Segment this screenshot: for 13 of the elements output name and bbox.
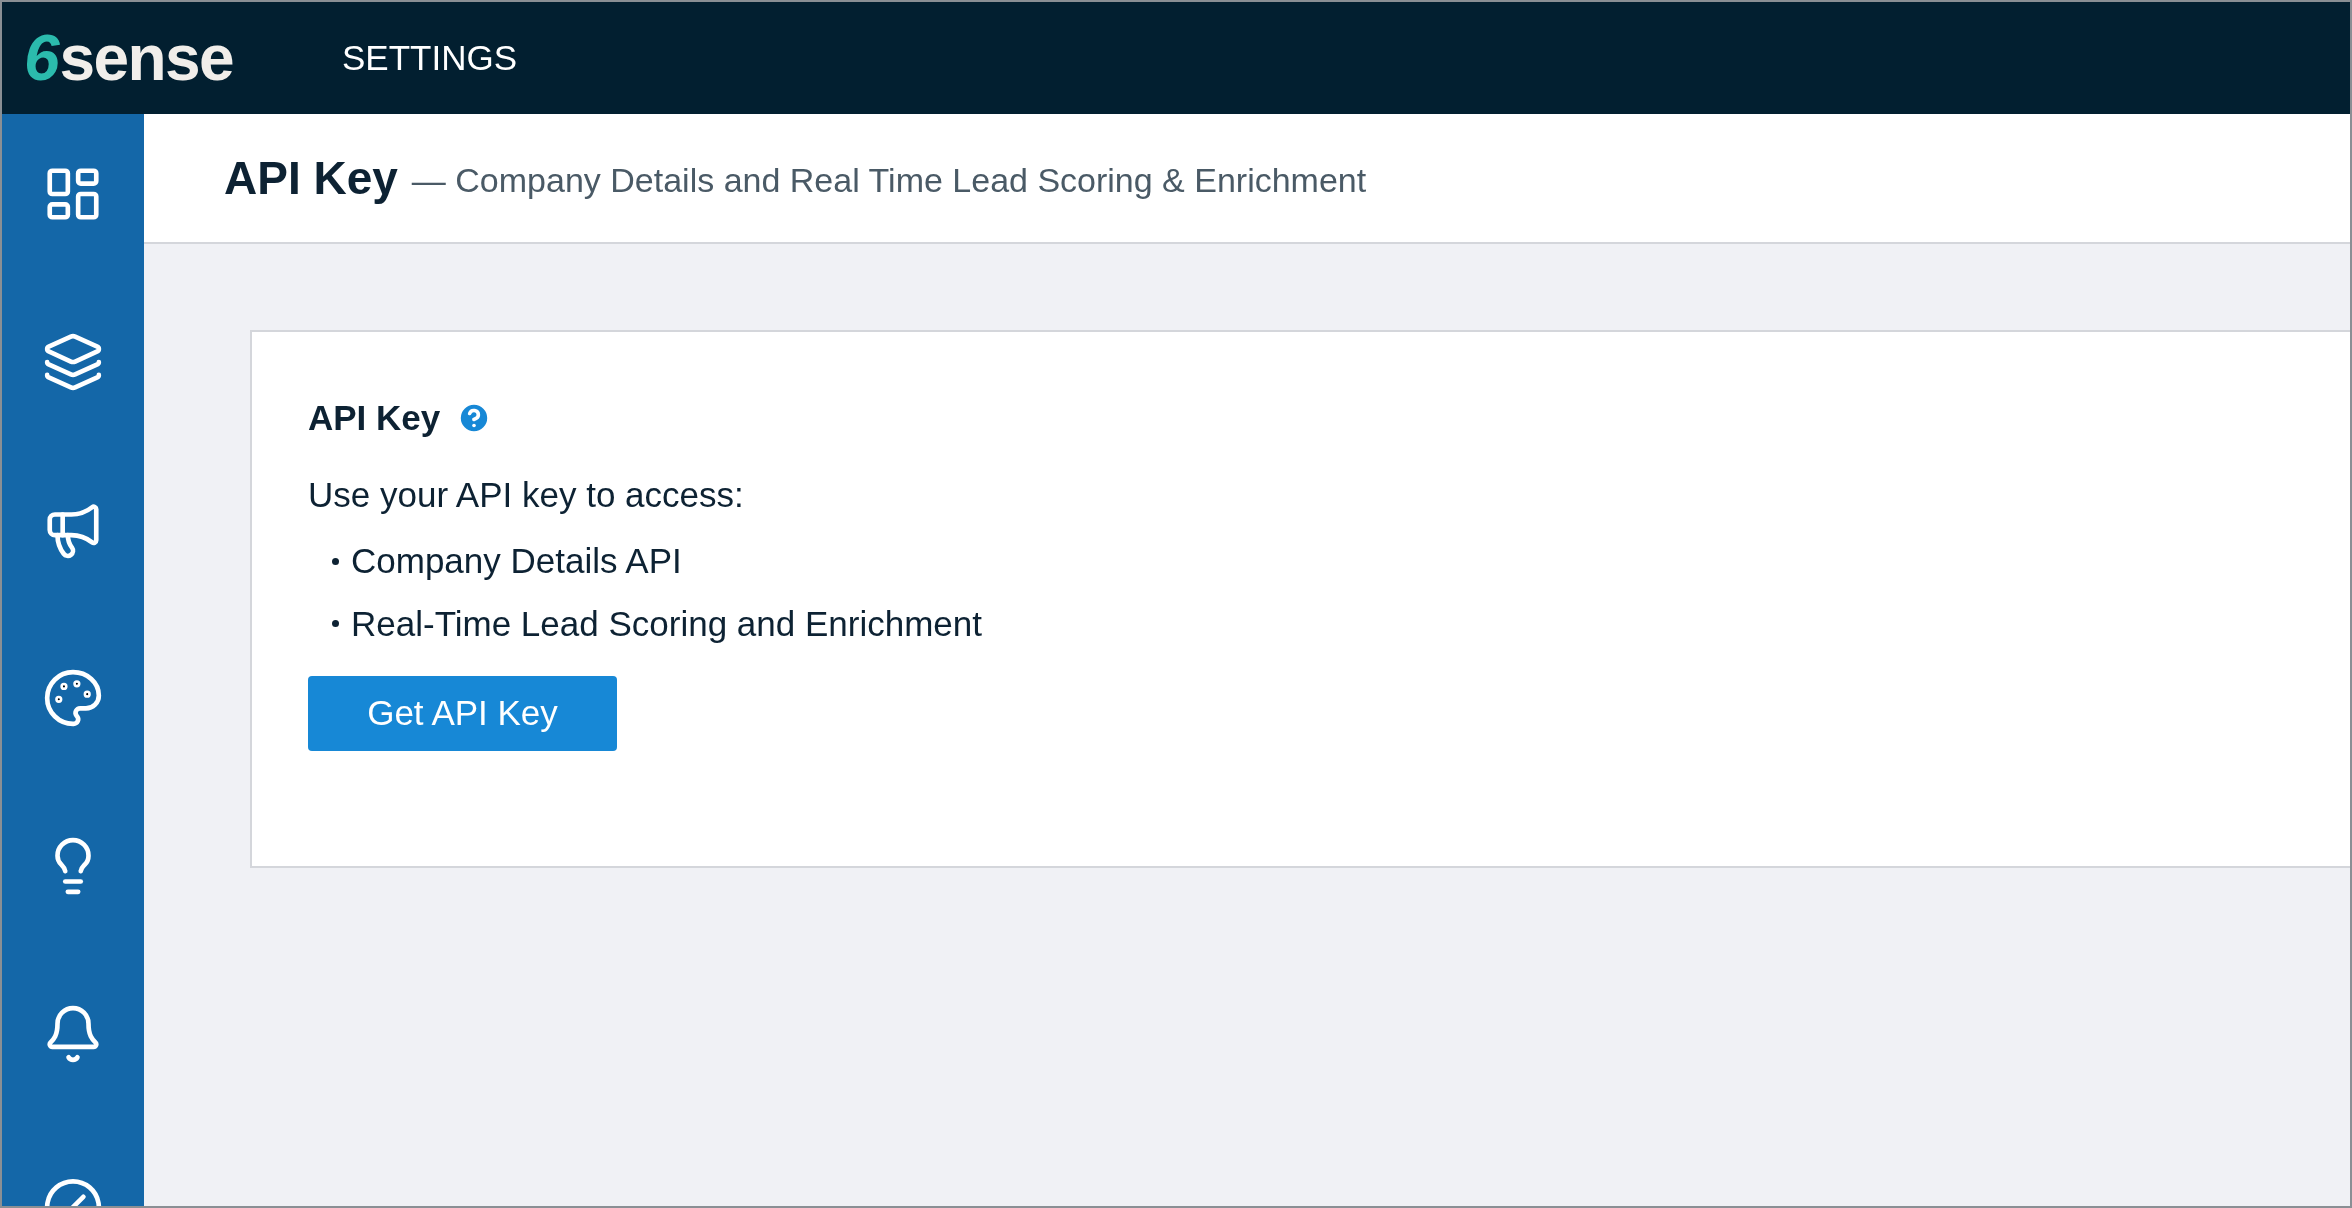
logo[interactable]: 6sense [24, 26, 314, 90]
header-title: API Key [224, 150, 398, 206]
bullet-icon [332, 620, 339, 628]
list-item: Company Details API [351, 540, 682, 582]
layers-icon [42, 331, 104, 393]
page-title: SETTINGS [342, 36, 518, 79]
get-api-key-button[interactable]: Get API Key [308, 676, 617, 751]
card-title: API Key [308, 397, 441, 439]
list-item: Real-Time Lead Scoring and Enrichment [351, 602, 982, 645]
header-subtitle: — Company Details and Real Time Lead Scoring & Enrichment [411, 159, 1367, 201]
palette-icon [42, 667, 104, 729]
intro-text: Use your API key to access: [308, 473, 744, 516]
bullet-icon [332, 557, 339, 565]
